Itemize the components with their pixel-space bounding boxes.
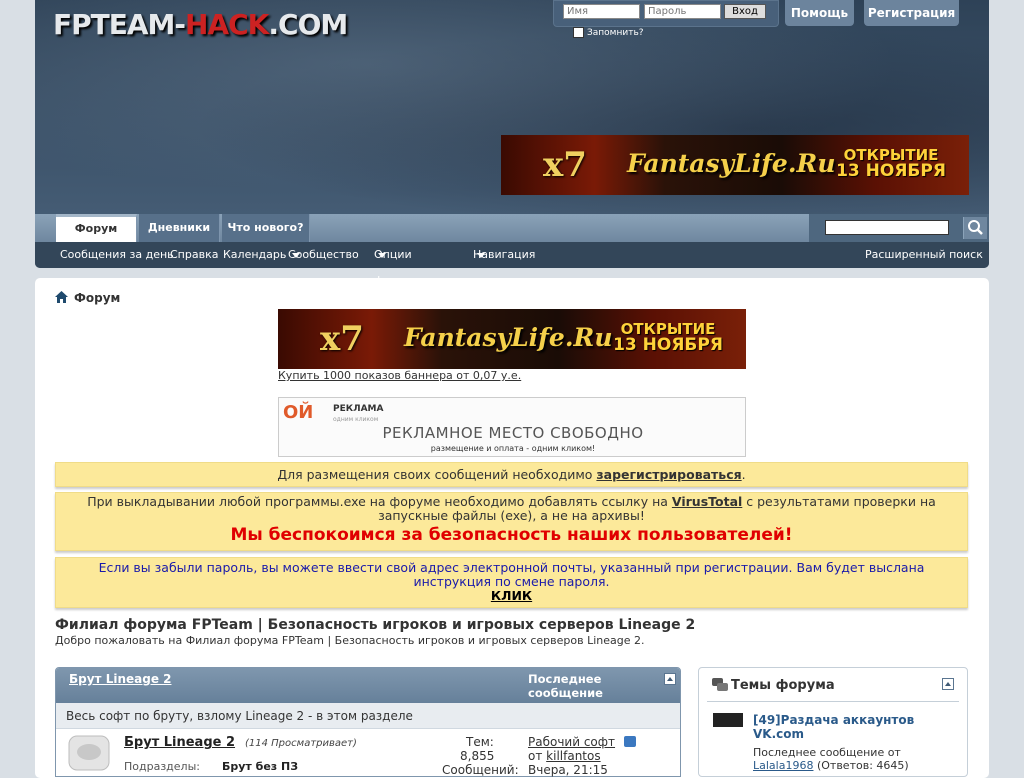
header-banner[interactable]: x7 FantasyLife.Ru ОТКРЫТИЕ 13 НОЯБРЯ [501, 135, 969, 195]
virustotal-link[interactable]: VirusTotal [672, 494, 742, 509]
ad-sub-text: размещение и оплата - одним кликом! [430, 444, 596, 453]
sidebar-last-post: Последнее сообщение от [753, 746, 901, 759]
subnav-navigation[interactable]: Навигация [473, 242, 535, 268]
subnav-help[interactable]: Справка [170, 242, 218, 268]
forum-category-box: Брут Lineage 2 Последнее сообщение Весь … [55, 667, 681, 777]
banner-opening: ОТКРЫТИЕ 13 НОЯБРЯ [608, 322, 728, 354]
ad-brand-sub: одним кликом [333, 416, 379, 423]
login-button[interactable]: Вход [724, 4, 766, 19]
register-link[interactable]: зарегистрироваться [596, 467, 741, 482]
collapse-icon[interactable] [664, 673, 676, 685]
subnav-calendar[interactable]: Календарь [223, 242, 286, 268]
posts-label: Сообщений: [442, 763, 519, 777]
banner-opening: ОТКРЫТИЕ 13 НОЯБРЯ [831, 148, 951, 180]
virustotal-notice: При выкладывании любой программы.exe на … [55, 492, 968, 551]
subforum-child[interactable]: Брут без ПЗ [222, 760, 298, 773]
last-post-time: Вчера, 21:15 [528, 763, 608, 777]
forum-threads-sidebar: Темы форума [49]Раздача аккаунтов VK.com… [698, 667, 968, 777]
category-title[interactable]: Брут Lineage 2 [69, 672, 172, 686]
remember-label: Запомнить? [587, 28, 644, 38]
register-notice: Для размещения своих сообщений необходим… [55, 462, 968, 487]
search-icon [968, 220, 983, 235]
search-input[interactable] [825, 220, 949, 235]
tab-forum[interactable]: Форум [56, 214, 137, 242]
thread-avatar[interactable] [713, 713, 743, 727]
threads-icon [712, 678, 728, 691]
password-input[interactable] [644, 4, 721, 19]
sidebar-title: Темы форума [731, 678, 835, 693]
last-thread-link[interactable]: Рабочий софт [528, 735, 615, 749]
forum-title: Филиал форума FPTeam | Безопасность игро… [55, 617, 696, 633]
subnav-today-posts[interactable]: Сообщения за день [60, 242, 174, 268]
sub-navbar: Сообщения за день Справка Календарь Сооб… [35, 242, 989, 287]
content-banner[interactable]: x7 FantasyLife.Ru ОТКРЫТИЕ 13 НОЯБРЯ [278, 309, 746, 369]
login-box: Вход [553, 0, 779, 27]
password-notice-text: Если вы забыли пароль, вы можете ввести … [98, 560, 925, 589]
logo-text: FPTEAM- [53, 8, 186, 41]
forum-row: Брут Lineage 2 (114 Просматривает) Подра… [56, 730, 680, 778]
register-notice-end: . [741, 467, 746, 482]
logo-text-red: HACK [185, 8, 269, 41]
subforum-viewing: (114 Просматривает) [245, 738, 357, 749]
subnav-navigation-label: Навигация [473, 248, 536, 261]
buy-banner-link[interactable]: Купить 1000 показов баннера от 0,07 у.е. [278, 369, 521, 382]
forum-status-icon [68, 735, 110, 771]
tab-whats-new[interactable]: Что нового? [222, 214, 310, 242]
last-author-link[interactable]: killfantos [546, 749, 600, 763]
banner-brand: FantasyLife.Ru [404, 323, 613, 352]
last-post-by: от killfantos [528, 749, 601, 763]
subforum-title[interactable]: Брут Lineage 2 [124, 735, 235, 750]
register-tab[interactable]: Регистрация [864, 0, 959, 26]
collapse-icon[interactable] [942, 678, 954, 690]
welcome-text: Добро пожаловать на Филиал форума FPTeam… [55, 634, 645, 647]
banner-opening-line2: 13 НОЯБРЯ [836, 161, 946, 181]
virus-notice-text: При выкладывании любой программы.exe на … [87, 494, 672, 509]
subnav-advanced-search[interactable]: Расширенный поиск [865, 242, 983, 268]
subnav-community[interactable]: Сообщество [288, 242, 359, 268]
home-icon[interactable] [55, 291, 68, 303]
threads-label: Тем: [466, 735, 494, 749]
sidebar-last-author: Lalala1968 (Ответов: 4645) [753, 759, 909, 772]
ad-brand: РЕКЛАМА [333, 404, 384, 414]
ad-logo: ОЙ [283, 402, 314, 423]
search-button[interactable] [963, 217, 987, 239]
sidebar-author-link[interactable]: Lalala1968 [753, 759, 813, 772]
subnav-community-label: Сообщество [288, 248, 359, 261]
category-header: Брут Lineage 2 Последнее сообщение [56, 668, 680, 703]
site-logo[interactable]: FPTEAM-HACK.COM [53, 8, 348, 41]
security-message: Мы беспокоимся за безопасность наших пол… [230, 525, 793, 545]
sidebar-divider [707, 701, 959, 702]
tab-blogs[interactable]: Дневники [139, 214, 220, 242]
threads-value: 8,855 [460, 749, 495, 763]
banner-opening-line2: 13 НОЯБРЯ [613, 335, 723, 355]
by-label: от [528, 749, 543, 763]
remember-checkbox[interactable] [573, 27, 584, 38]
remember-me[interactable]: Запомнить? [573, 27, 644, 38]
register-notice-text: Для размещения своих сообщений необходим… [277, 467, 597, 482]
username-input[interactable] [563, 4, 640, 19]
category-description: Весь софт по бруту, взлому Lineage 2 - в… [56, 703, 680, 729]
banner-multiplier: x7 [320, 319, 364, 359]
go-to-post-icon[interactable] [624, 736, 636, 747]
banner-brand: FantasyLife.Ru [627, 149, 836, 178]
breadcrumb-label[interactable]: Форум [74, 291, 120, 305]
breadcrumb: Форум [55, 291, 120, 305]
main-navbar: Форум Дневники Что нового? [35, 214, 989, 242]
ad-free-text: РЕКЛАМНОЕ МЕСТО СВОБОДНО [382, 424, 644, 442]
free-ad-slot[interactable]: ОЙ РЕКЛАМА одним кликом РЕКЛАМНОЕ МЕСТО … [278, 397, 746, 457]
last-post-header: Последнее сообщение [528, 672, 603, 700]
search-box [809, 214, 989, 242]
subforums-label: Подразделы: [124, 760, 200, 773]
logo-text-end: .COM [268, 8, 348, 41]
banner-multiplier: x7 [543, 145, 587, 185]
help-tab[interactable]: Помощь [785, 0, 854, 26]
subnav-forum-options[interactable]: Опции форума [374, 242, 419, 287]
click-link[interactable]: КЛИК [491, 588, 532, 603]
password-notice: Если вы забыли пароль, вы можете ввести … [55, 557, 968, 608]
sidebar-replies: (Ответов: 4645) [816, 759, 909, 772]
sidebar-thread-title[interactable]: [49]Раздача аккаунтов VK.com [753, 713, 953, 741]
